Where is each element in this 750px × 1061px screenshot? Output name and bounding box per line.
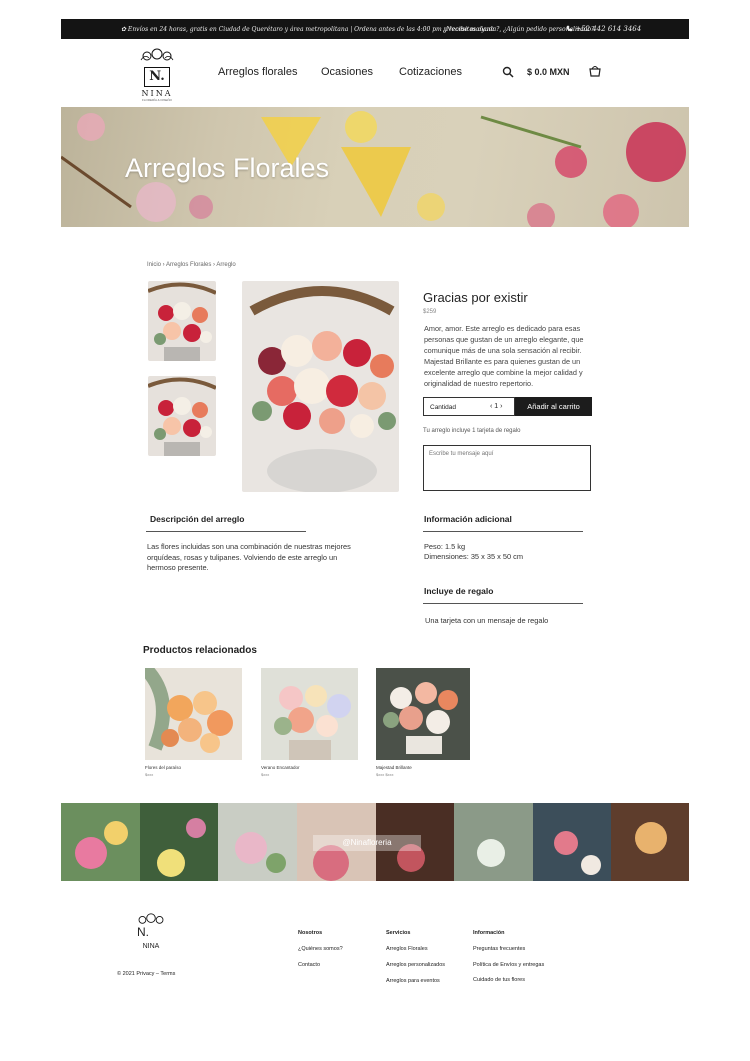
floral-crest-icon: [140, 48, 174, 61]
footer-link[interactable]: Arreglos personalizados: [386, 962, 445, 968]
chevron-right-icon[interactable]: ›: [500, 403, 502, 410]
footer-logo-mark: N.: [137, 925, 149, 939]
footer-link[interactable]: Arreglos para eventos: [386, 978, 440, 984]
related-product-name[interactable]: Verano Encantador: [261, 765, 300, 770]
description-divider: [146, 531, 306, 532]
quantity-controls: ‹ 1 ›: [490, 403, 503, 410]
product-price: $259: [423, 309, 437, 315]
footer-col-title: Nosotros: [298, 930, 323, 936]
bouquet-thumbnail-image: [148, 376, 216, 456]
bouquet-thumbnail-image: [148, 281, 216, 361]
related-product-image[interactable]: [376, 668, 470, 760]
logo-tagline: FLORERÍA & DISEÑO: [141, 98, 172, 102]
nav-ocasiones[interactable]: Ocasiones: [321, 66, 373, 78]
floral-crest-icon: [138, 913, 164, 924]
related-product-name[interactable]: Flores del paraíso: [145, 765, 181, 770]
related-product-price: $xxx: [261, 772, 270, 777]
gift-card-note: Tu arreglo incluye 1 tarjeta de regalo: [423, 428, 521, 434]
chevron-left-icon[interactable]: ‹: [490, 403, 492, 410]
footer-link[interactable]: ¿Quiénes somos?: [298, 946, 343, 952]
phone-icon: [566, 25, 573, 32]
product-description: Amor, amor. Este arreglo es dedicado par…: [424, 324, 584, 388]
nav-cotizaciones[interactable]: Cotizaciones: [399, 66, 462, 78]
footer-link[interactable]: Preguntas frecuentes: [473, 946, 525, 952]
gift-text: Una tarjeta con un mensaje de regalo: [425, 616, 549, 625]
bouquet-main-image: [242, 281, 399, 492]
bouquet-thumbnail-image: [261, 668, 358, 760]
instagram-strip[interactable]: @Ninafloreria: [61, 803, 689, 881]
info-divider: [423, 531, 583, 532]
description-text: Las flores incluidas son una combinación…: [147, 542, 351, 572]
quantity-stepper[interactable]: Cantidad ‹ 1 ›: [423, 397, 515, 416]
search-icon[interactable]: [502, 66, 514, 78]
breadcrumb[interactable]: Inicio › Arreglos Florales › Arreglo: [147, 262, 236, 268]
hero-title: Arreglos Florales: [125, 153, 330, 183]
product-thumbnail-1[interactable]: [148, 281, 216, 361]
gift-heading: Incluye de regalo: [424, 586, 494, 596]
footer-col-title: Información: [473, 930, 505, 936]
product-title: Gracias por existir: [423, 290, 528, 305]
quantity-value[interactable]: 1: [494, 403, 498, 410]
footer-logo-name: NINA: [142, 943, 160, 950]
quantity-label: Cantidad: [430, 404, 457, 411]
related-product-price: $xxx: [145, 772, 154, 777]
basket-icon[interactable]: [588, 64, 602, 78]
description-heading: Descripción del arreglo: [150, 514, 245, 524]
related-product-image[interactable]: [261, 668, 358, 760]
bouquet-thumbnail-image: [145, 668, 242, 760]
product-thumbnail-2[interactable]: [148, 376, 216, 456]
bouquet-thumbnail-image: [376, 668, 470, 760]
site-logo[interactable]: N. NINA FLORERÍA & DISEÑO: [136, 48, 178, 102]
shipping-notice: ✿ Envíos en 24 horas, gratis en Ciudad d…: [121, 26, 495, 33]
footer-col-title: Servicios: [386, 930, 411, 936]
add-to-cart-button[interactable]: Añadir al carrito: [515, 397, 592, 416]
phone-number: +52 442 614 3464: [575, 25, 642, 33]
footer-link[interactable]: Arreglos Florales: [386, 946, 428, 952]
footer-link[interactable]: Contacto: [298, 962, 320, 968]
footer-link[interactable]: Cuidado de tus flores: [473, 977, 525, 983]
nav-arreglos-florales[interactable]: Arreglos florales: [218, 66, 297, 78]
hero-banner: Arreglos Florales: [61, 107, 689, 227]
related-heading: Productos relacionados: [143, 645, 257, 656]
weight-text: Peso: 1.5 kg: [424, 542, 466, 551]
dimensions-text: Dimensiones: 35 x 35 x 50 cm: [424, 552, 523, 561]
related-product-name[interactable]: Majestad Brillante: [376, 765, 412, 770]
gift-divider: [423, 603, 583, 604]
product-main-image: [242, 281, 399, 492]
logo-mark: N.: [144, 67, 170, 87]
footer-link[interactable]: Política de Envíos y entregas: [473, 962, 544, 968]
footer-logo[interactable]: N. NINA: [131, 913, 171, 963]
info-heading: Información adicional: [424, 514, 512, 524]
cart-total[interactable]: $ 0.0 MXN: [527, 67, 570, 77]
copyright[interactable]: © 2021 Privacy – Terms: [117, 971, 175, 977]
related-product-image[interactable]: [145, 668, 242, 760]
instagram-handle[interactable]: @Ninafloreria: [313, 835, 421, 851]
related-product-price: $xxx $xxx: [376, 772, 394, 777]
logo-name: NINA: [141, 89, 173, 98]
gift-message-field[interactable]: [423, 445, 591, 491]
phone-link[interactable]: +52 442 614 3464: [566, 25, 641, 33]
announcement-bar: ✿ Envíos en 24 horas, gratis en Ciudad d…: [61, 19, 689, 39]
